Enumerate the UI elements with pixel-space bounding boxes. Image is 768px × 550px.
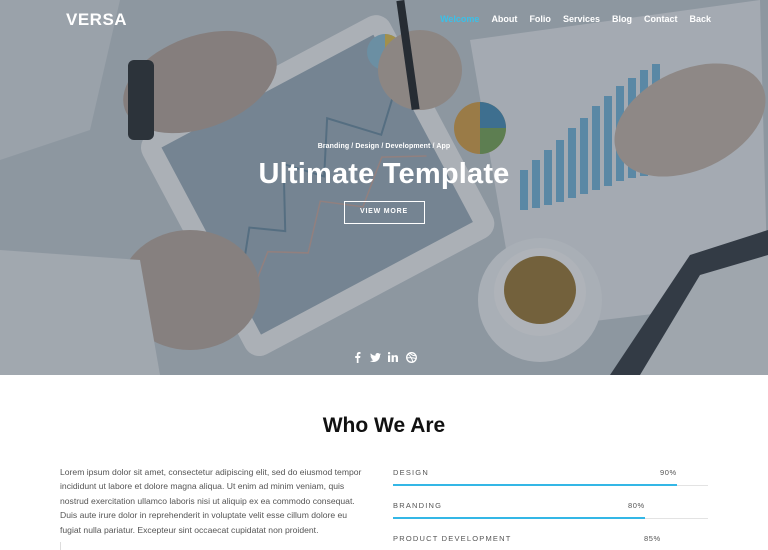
nav-welcome[interactable]: Welcome — [440, 14, 479, 24]
view-more-button[interactable]: VIEW MORE — [343, 201, 425, 224]
skill-label: BRANDING — [393, 501, 443, 510]
nav-contact[interactable]: Contact — [644, 14, 678, 24]
hero-section: VERSA Welcome About Folio Services Blog … — [0, 0, 768, 375]
main-menu: Welcome About Folio Services Blog Contac… — [428, 14, 711, 24]
nav-services[interactable]: Services — [563, 14, 600, 24]
skill-progress-bar — [393, 517, 645, 519]
who-we-are-heading: Who We Are — [322, 414, 446, 437]
nav-about[interactable]: About — [491, 14, 517, 24]
skill-progress-bar — [393, 484, 677, 486]
hero-title: Ultimate Template — [258, 158, 510, 190]
hero-content: Branding / Design / Development / App Ul… — [0, 143, 768, 224]
skills-list: DESIGN 90% BRANDING 80% PRODUCT DEVELOPM… — [393, 466, 708, 550]
about-paragraph: Lorem ipsum dolor sit amet, consectetur … — [60, 467, 362, 535]
skill-branding: BRANDING 80% — [393, 499, 708, 532]
skill-label: PRODUCT DEVELOPMENT — [393, 534, 512, 543]
nav-back[interactable]: Back — [689, 14, 711, 24]
top-navigation: VERSA Welcome About Folio Services Blog … — [0, 0, 768, 40]
skill-product-development: PRODUCT DEVELOPMENT 85% — [393, 532, 708, 550]
skill-label: DESIGN — [393, 468, 429, 477]
linkedin-icon[interactable] — [387, 351, 399, 363]
site-logo[interactable]: VERSA — [66, 10, 127, 30]
dribbble-icon[interactable] — [405, 351, 417, 363]
divider — [60, 542, 61, 550]
skill-percent: 90% — [660, 468, 677, 477]
hero-kicker: Branding / Design / Development / App — [317, 143, 451, 150]
skill-design: DESIGN 90% — [393, 466, 708, 499]
skill-percent: 80% — [628, 501, 645, 510]
twitter-icon[interactable] — [369, 351, 381, 363]
nav-blog[interactable]: Blog — [612, 14, 632, 24]
facebook-icon[interactable] — [351, 351, 363, 363]
skill-percent: 85% — [644, 534, 661, 543]
social-links — [0, 351, 768, 363]
nav-folio[interactable]: Folio — [529, 14, 551, 24]
